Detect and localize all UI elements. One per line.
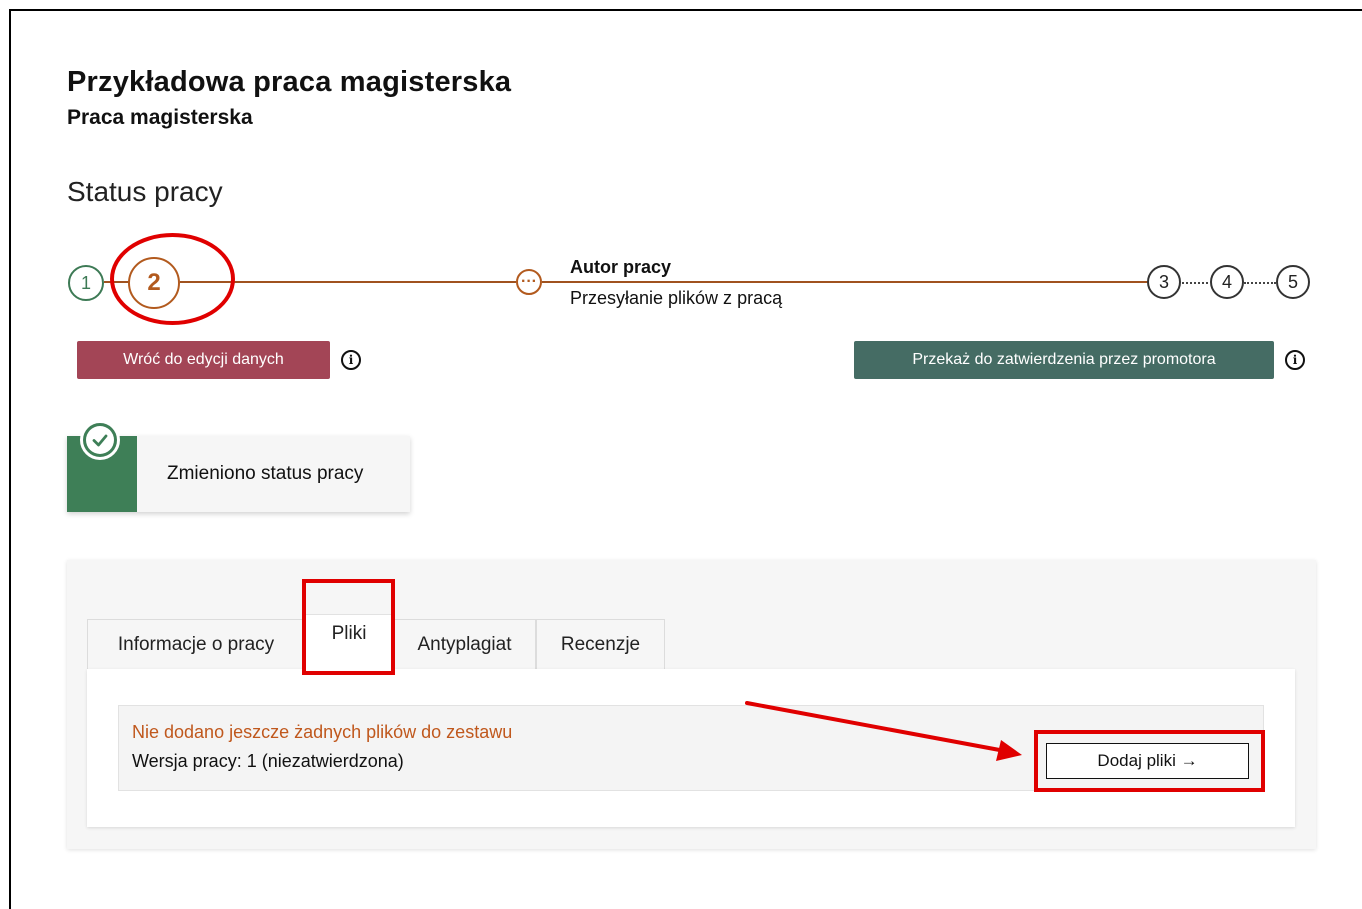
back-to-edit-button[interactable]: Wróć do edycji danych bbox=[77, 341, 330, 379]
tab-informacje-o-pracy[interactable]: Informacje o pracy bbox=[87, 619, 305, 669]
page-title: Przykładowa praca magisterska bbox=[67, 66, 512, 98]
submit-to-supervisor-button[interactable]: Przekaż do zatwierdzenia przez promotora bbox=[854, 341, 1274, 379]
step-4: 4 bbox=[1210, 265, 1244, 299]
annotation-rect-tab bbox=[302, 579, 395, 675]
stepper-line-right bbox=[542, 281, 1148, 283]
files-empty-message: Nie dodano jeszcze żadnych plików do zes… bbox=[132, 722, 513, 742]
page-subtitle: Praca magisterska bbox=[67, 106, 253, 129]
annotation-ellipse bbox=[110, 233, 235, 325]
status-toast: Zmieniono status pracy bbox=[67, 420, 410, 512]
step-3: 3 bbox=[1147, 265, 1181, 299]
toast-message: Zmieniono status pracy bbox=[167, 463, 364, 484]
step-description: Przesyłanie plików z pracą bbox=[570, 288, 783, 308]
files-version: Wersja pracy: 1 (niezatwierdzona) bbox=[132, 751, 404, 771]
more-dots-icon: ··· bbox=[516, 269, 542, 295]
tab-recenzje[interactable]: Recenzje bbox=[536, 619, 665, 669]
step-1: 1 bbox=[68, 265, 104, 301]
tab-antyplagiat[interactable]: Antyplagiat bbox=[393, 619, 536, 669]
step-5: 5 bbox=[1276, 265, 1310, 299]
annotation-rect-button bbox=[1034, 730, 1265, 792]
stepper-dotline-4-5 bbox=[1244, 282, 1276, 284]
status-heading: Status pracy bbox=[67, 176, 223, 207]
stepper-dotline-3-4 bbox=[1182, 282, 1208, 284]
step-owner: Autor pracy bbox=[570, 257, 672, 277]
info-icon[interactable]: i bbox=[1285, 350, 1305, 370]
info-icon[interactable]: i bbox=[341, 350, 361, 370]
check-icon bbox=[80, 420, 120, 460]
